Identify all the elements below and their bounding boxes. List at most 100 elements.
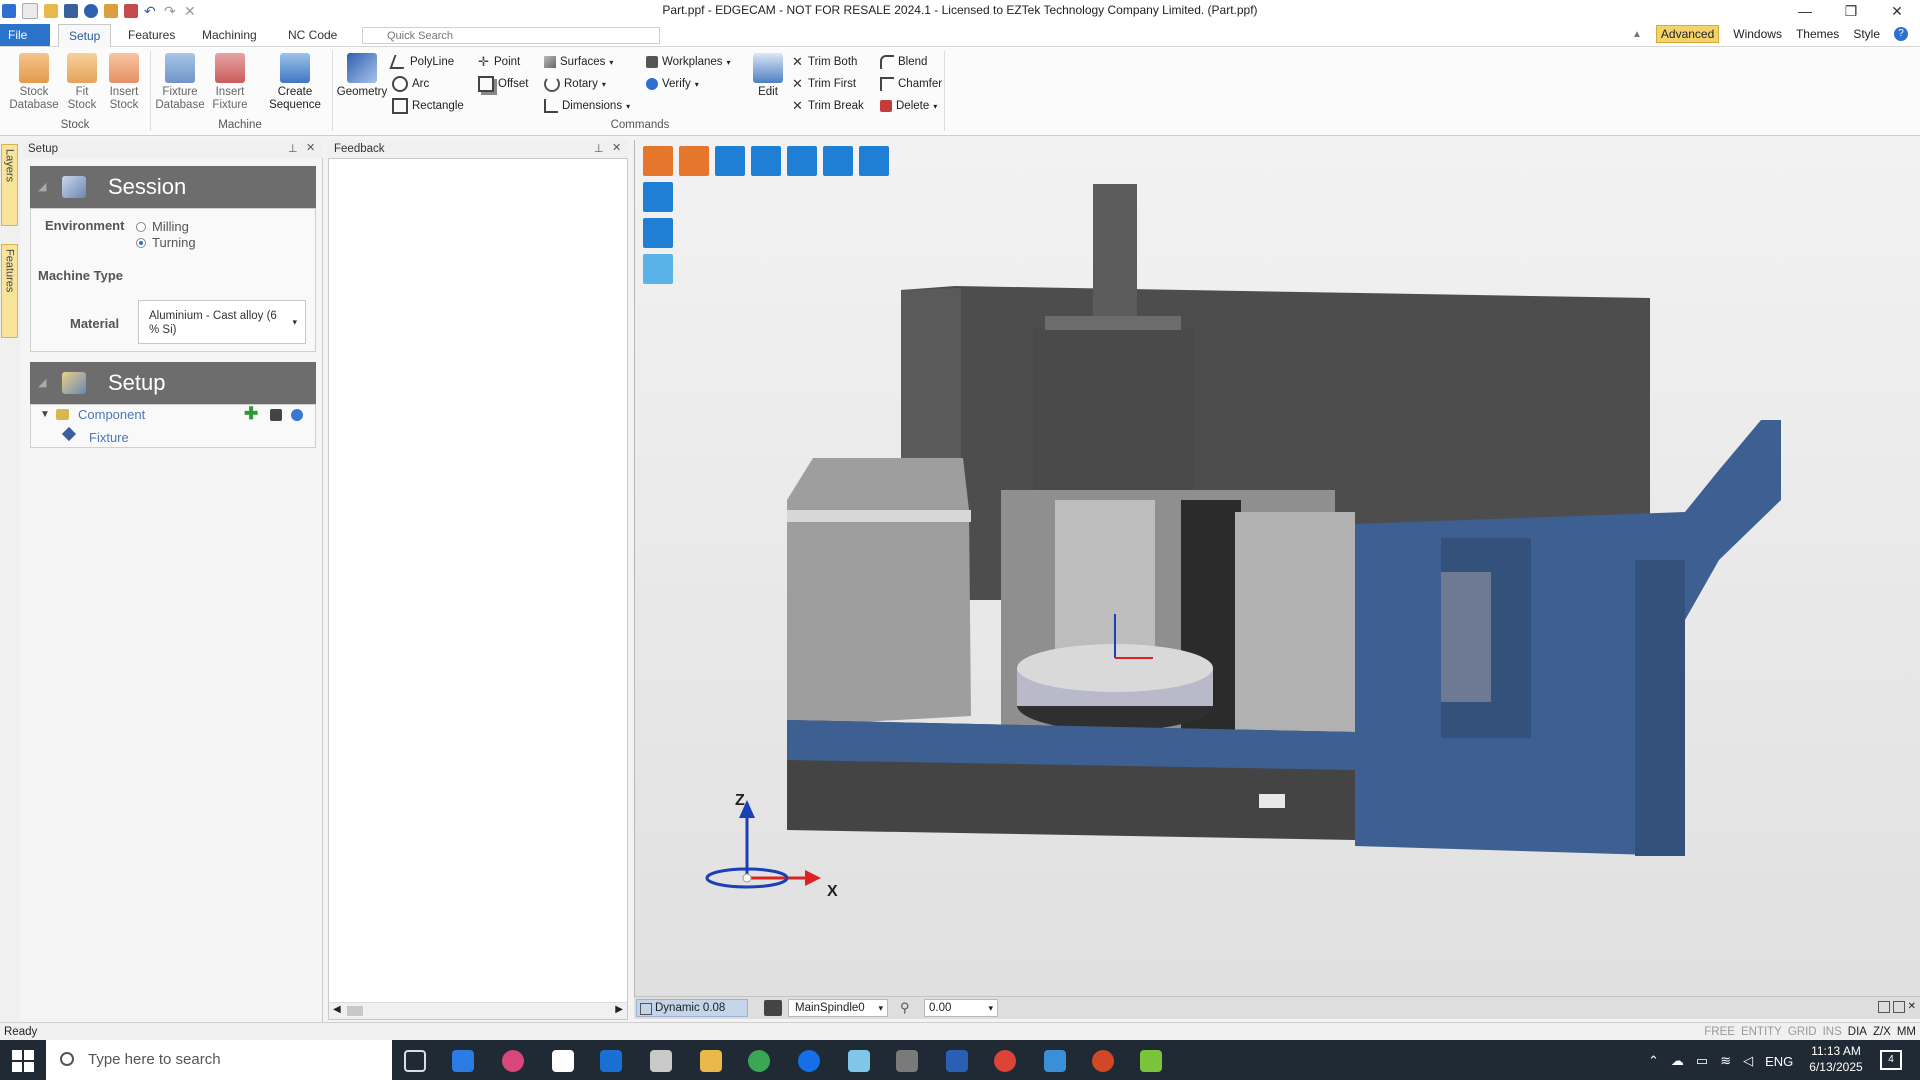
insert-fixture-button[interactable]: Insert Fixture [208, 53, 252, 112]
dynamic-display-button[interactable]: Dynamic 0.08 [636, 999, 748, 1017]
windows-start-icon[interactable] [12, 1050, 34, 1072]
dimensions-dropdown[interactable]: Dimensions ▾ [544, 98, 630, 114]
layers-side-tab[interactable]: Layers [1, 144, 18, 226]
mode-free[interactable]: FREE [1704, 1026, 1735, 1038]
zalo-icon[interactable] [798, 1050, 820, 1072]
cube-view-3-button[interactable] [643, 254, 673, 284]
chrome-icon[interactable] [748, 1050, 770, 1072]
language-indicator[interactable]: ENG [1765, 1054, 1793, 1069]
close-panel-icon[interactable]: ✕ [612, 141, 621, 154]
cloud-icon[interactable]: ☁ [1671, 1053, 1684, 1069]
verify-dropdown[interactable]: Verify ▾ [646, 76, 699, 92]
properties-icon[interactable] [270, 409, 282, 421]
powerpoint-icon[interactable] [1092, 1050, 1114, 1072]
collapse-arrow-icon[interactable]: ◢ [38, 362, 46, 404]
offset-button[interactable]: Offset [478, 76, 528, 92]
pin-icon[interactable]: ⊥ [594, 142, 604, 155]
mode-entity[interactable]: ENTITY [1741, 1026, 1782, 1038]
restore-button[interactable]: ❐ [1828, 0, 1874, 22]
chevron-up-icon[interactable]: ⌃ [1648, 1053, 1659, 1069]
layout-icon[interactable] [1892, 1001, 1905, 1013]
workplanes-dropdown[interactable]: Workplanes ▾ [646, 54, 731, 70]
tab-file[interactable]: File [0, 24, 50, 46]
app-taskbar-icon[interactable] [502, 1050, 524, 1072]
delete-dropdown[interactable]: Delete ▾ [880, 98, 937, 114]
create-sequence-button[interactable]: Create Sequence [262, 53, 328, 112]
file-explorer-icon[interactable] [700, 1050, 722, 1072]
graphics-viewport[interactable]: Z X [634, 140, 1920, 996]
task-view-icon[interactable] [404, 1050, 426, 1072]
edit-button[interactable]: Edit [750, 53, 786, 99]
info-icon[interactable] [291, 409, 303, 421]
cube-view-2-button[interactable] [643, 218, 673, 248]
close-button[interactable]: ✕ [1874, 0, 1920, 22]
list-view-button[interactable] [823, 146, 853, 176]
collapse-arrow-icon[interactable]: ◢ [38, 166, 46, 208]
chrome-icon[interactable] [994, 1050, 1016, 1072]
app-taskbar-icon[interactable] [452, 1050, 474, 1072]
tree-item-fixture[interactable]: Fixture [89, 430, 129, 445]
add-icon[interactable]: ✚ [244, 404, 258, 424]
mode-mm[interactable]: MM [1897, 1026, 1916, 1038]
iso-view-button[interactable] [643, 146, 673, 176]
style-menu[interactable]: Style [1853, 27, 1880, 41]
home-view-button[interactable] [751, 146, 781, 176]
battery-icon[interactable]: ▭ [1696, 1053, 1708, 1069]
spindle-select[interactable]: MainSpindle0 ▾ [788, 999, 888, 1017]
app-taskbar-icon[interactable] [650, 1050, 672, 1072]
app-taskbar-icon[interactable] [1044, 1050, 1066, 1072]
word-icon[interactable] [946, 1050, 968, 1072]
taskbar-search-input[interactable]: Type here to search [46, 1040, 392, 1080]
notifications-icon[interactable]: 4 [1880, 1050, 1902, 1070]
close-icon[interactable]: ✕ [1908, 1001, 1916, 1013]
wifi-icon[interactable]: ≋ [1720, 1053, 1731, 1069]
themes-menu[interactable]: Themes [1796, 27, 1839, 41]
trim-first-button[interactable]: ✕ Trim First [792, 76, 856, 92]
insert-stock-button[interactable]: Insert Stock [104, 53, 144, 112]
close-panel-icon[interactable]: ✕ [306, 141, 315, 154]
tree-expand-icon[interactable]: ▼ [40, 409, 50, 420]
surfaces-dropdown[interactable]: Surfaces ▾ [544, 54, 613, 70]
calculator-icon[interactable] [896, 1050, 918, 1072]
geometry-button[interactable]: Geometry [336, 53, 388, 99]
edgecam-icon[interactable] [1140, 1050, 1162, 1072]
app-taskbar-icon[interactable] [848, 1050, 870, 1072]
fixture-database-button[interactable]: Fixture Database [154, 53, 206, 112]
layout-icon[interactable] [1877, 1001, 1890, 1013]
milling-radio[interactable]: Milling [136, 219, 189, 234]
blend-button[interactable]: Blend [880, 54, 927, 70]
mode-zx[interactable]: Z/X [1873, 1026, 1891, 1038]
session-header[interactable]: ◢ Session [30, 166, 316, 208]
collapse-ribbon-icon[interactable]: ▲ [1632, 29, 1642, 40]
scroll-left-icon[interactable]: ◀ [333, 1004, 341, 1015]
minimize-button[interactable]: — [1782, 0, 1828, 22]
stock-database-button[interactable]: Stock Database [8, 53, 60, 112]
mode-dia[interactable]: DIA [1848, 1026, 1867, 1038]
help-icon[interactable]: ? [1894, 27, 1908, 41]
clock[interactable]: 11:13 AM 6/13/2025 [1800, 1043, 1872, 1075]
mode-grid[interactable]: GRID [1788, 1026, 1817, 1038]
machine-view-button[interactable] [679, 146, 709, 176]
material-select[interactable]: Aluminium - Cast alloy (6 % Si) ▾ [138, 300, 306, 344]
fit-stock-button[interactable]: Fit Stock [64, 53, 100, 112]
chamfer-button[interactable]: Chamfer [880, 76, 942, 92]
tab-setup[interactable]: Setup [58, 24, 112, 47]
pin-icon[interactable]: ⊥ [288, 142, 298, 155]
mode-ins[interactable]: INS [1823, 1026, 1842, 1038]
height-value-select[interactable]: 0.00 ▾ [924, 999, 998, 1017]
volume-icon[interactable]: ◁ [1743, 1053, 1753, 1069]
split-view-button[interactable] [859, 146, 889, 176]
capcut-icon[interactable] [552, 1050, 574, 1072]
tree-item-component[interactable]: Component [78, 407, 145, 422]
rectangle-button[interactable]: Rectangle [392, 98, 464, 114]
polyline-button[interactable]: PolyLine [389, 54, 454, 70]
trim-both-button[interactable]: ✕ Trim Both [792, 54, 857, 70]
advanced-button[interactable]: Advanced [1655, 25, 1720, 43]
scroll-right-icon[interactable]: ▶ [615, 1004, 623, 1015]
layout-view-button[interactable] [715, 146, 745, 176]
cube-view-1-button[interactable] [643, 182, 673, 212]
quick-search-input[interactable]: Quick Search [362, 27, 660, 44]
tab-machining[interactable]: Machining [192, 24, 267, 46]
tab-features[interactable]: Features [118, 24, 185, 46]
trim-break-button[interactable]: ✕ Trim Break [792, 98, 864, 114]
